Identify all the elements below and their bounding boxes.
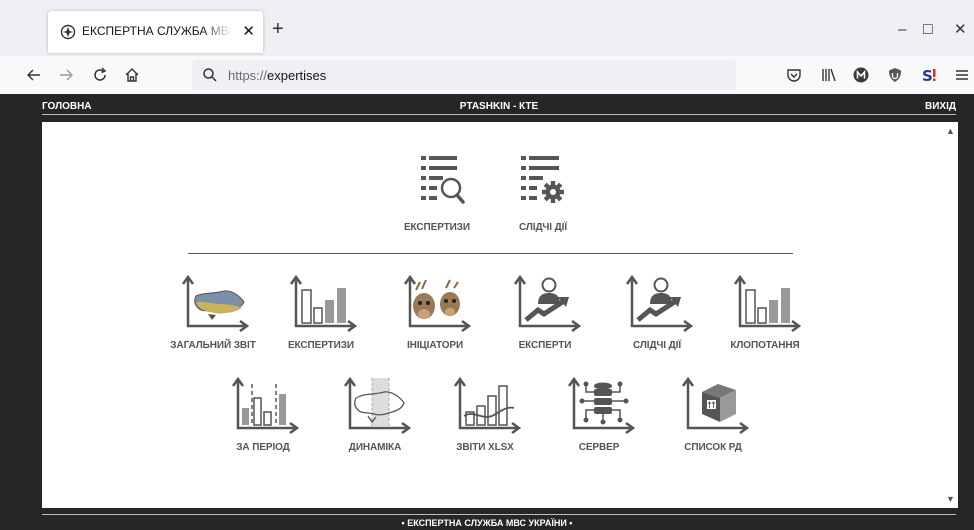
new-tab-button[interactable]: +	[272, 19, 284, 39]
browser-tab-strip: ЕКСПЕРТНА СЛУЖБА МВС УКРАЇНИ ✕ + – □ ✕	[0, 0, 974, 56]
page-footer: • ЕКСПЕРТНА СЛУЖБА МВС УКРАЇНИ •	[401, 518, 573, 528]
chart-database-icon	[567, 376, 636, 435]
home-link[interactable]: ГОЛОВНА	[42, 101, 92, 112]
extension-s-icon[interactable]: S	[919, 65, 939, 85]
menu-server[interactable]: СЕРВЕР	[544, 376, 654, 453]
menu-label: СПИСОК РД	[684, 442, 742, 453]
address-bar[interactable]: https://expertises	[192, 60, 736, 90]
search-icon	[203, 68, 217, 82]
menu-hamburger-icon[interactable]	[952, 65, 972, 85]
menu-expertises[interactable]: ЕКСПЕРТИЗИ	[382, 152, 492, 233]
menu-expertises-report[interactable]: ЕКСПЕРТИЗИ	[266, 274, 376, 351]
list-gear-icon	[521, 156, 564, 203]
menu-xlsx-reports[interactable]: ЗВІТИ XLSX	[430, 376, 540, 453]
menu-label: ЗА ПЕРІОД	[236, 442, 290, 453]
chart-person-trend-icon	[513, 274, 582, 333]
menu-experts[interactable]: ЕКСПЕРТИ	[490, 274, 600, 351]
chart-map-icon	[181, 274, 250, 333]
library-icon[interactable]	[819, 65, 839, 85]
menu-rd-list[interactable]: СПИСОК РД	[658, 376, 768, 453]
chart-bars-curve-icon	[453, 376, 522, 435]
web-page: PTASHKIN - КТЕ ГОЛОВНА ВИХІД ЕКСПЕРТИЗИ	[0, 94, 974, 530]
url-scheme: https://	[228, 68, 268, 83]
window-close-button[interactable]: ✕	[954, 22, 967, 37]
tab-title: ЕКСПЕРТНА СЛУЖБА МВС УКРАЇНИ	[82, 24, 232, 38]
menu-label: СЛІДЧІ ДІЇ	[518, 222, 567, 233]
logout-link[interactable]: ВИХІД	[925, 101, 956, 112]
menu-divider	[188, 253, 793, 254]
chart-period-icon	[231, 376, 300, 435]
menu-label: ЗАГАЛЬНИЙ ЗВІТ	[170, 340, 256, 351]
ublock-shield-icon[interactable]	[885, 65, 905, 85]
menu-general-report[interactable]: ЗАГАЛЬНИЙ ЗВІТ	[158, 274, 268, 351]
maximize-button[interactable]: □	[923, 22, 933, 38]
menu-investigative-actions[interactable]: СЛІДЧІ ДІЇ	[488, 152, 598, 233]
menu-label: ІНІЦІАТОРИ	[406, 340, 464, 351]
back-arrow-icon[interactable]	[24, 65, 44, 85]
chart-person-trend-icon	[625, 274, 694, 333]
tab-close-icon[interactable]: ✕	[242, 22, 255, 40]
pocket-icon[interactable]	[784, 65, 804, 85]
url-path: expertises	[267, 68, 327, 83]
header-divider	[42, 114, 956, 115]
menu-label: ЕКСПЕРТИЗИ	[287, 340, 354, 351]
menu-label: СЛІДЧІ ДІЇ	[632, 340, 681, 351]
scroll-down-icon[interactable]: ▼	[946, 494, 955, 504]
menu-label: ДИНАМІКА	[348, 442, 402, 453]
menu-investigative-actions-report[interactable]: СЛІДЧІ ДІЇ	[602, 274, 712, 351]
chart-deer-icon	[403, 274, 472, 333]
menu-label: ЕКСПЕРТИЗИ	[403, 222, 470, 233]
menu-initiators[interactable]: ІНІЦІАТОРИ	[380, 274, 490, 351]
menu-by-period[interactable]: ЗА ПЕРІОД	[208, 376, 318, 453]
favicon-icon	[60, 24, 76, 40]
current-user: PTASHKIN - КТЕ	[459, 101, 539, 112]
main-panel: ЕКСПЕРТИЗИ СЛІДЧІ ДІЇ ЗАГАЛЬНИЙ ЗВІТ ЕКС…	[42, 122, 958, 508]
menu-dynamics[interactable]: ДИНАМІКА	[320, 376, 430, 453]
navigation-toolbar: https://expertises S	[0, 56, 974, 94]
menu-label: СЕРВЕР	[578, 442, 620, 453]
menu-label: ЕКСПЕРТИ	[518, 340, 572, 351]
menu-label: КЛОПОТАННЯ	[730, 340, 800, 351]
forward-arrow-icon[interactable]	[56, 65, 76, 85]
url-text: https://expertises	[228, 68, 326, 83]
chart-box-icon	[681, 376, 750, 435]
scroll-up-icon[interactable]: ▲	[946, 126, 955, 136]
chart-bars-icon	[733, 274, 802, 333]
reload-icon[interactable]	[90, 65, 110, 85]
home-icon[interactable]	[122, 65, 142, 85]
browser-tab[interactable]: ЕКСПЕРТНА СЛУЖБА МВС УКРАЇНИ ✕	[48, 11, 263, 53]
minimize-button[interactable]: –	[898, 22, 906, 37]
menu-petitions[interactable]: КЛОПОТАННЯ	[710, 274, 820, 351]
footer-divider	[42, 514, 956, 515]
svg-text:S: S	[922, 67, 933, 85]
chart-dynamics-map-icon	[343, 376, 412, 435]
account-m-icon[interactable]	[851, 65, 871, 85]
app-header: PTASHKIN - КТЕ ГОЛОВНА ВИХІД	[42, 96, 956, 116]
vertical-scrollbar[interactable]: ▲ ▼	[943, 122, 958, 508]
chart-bars-icon	[289, 274, 358, 333]
menu-label: ЗВІТИ XLSX	[456, 442, 514, 453]
list-search-icon	[421, 156, 465, 204]
